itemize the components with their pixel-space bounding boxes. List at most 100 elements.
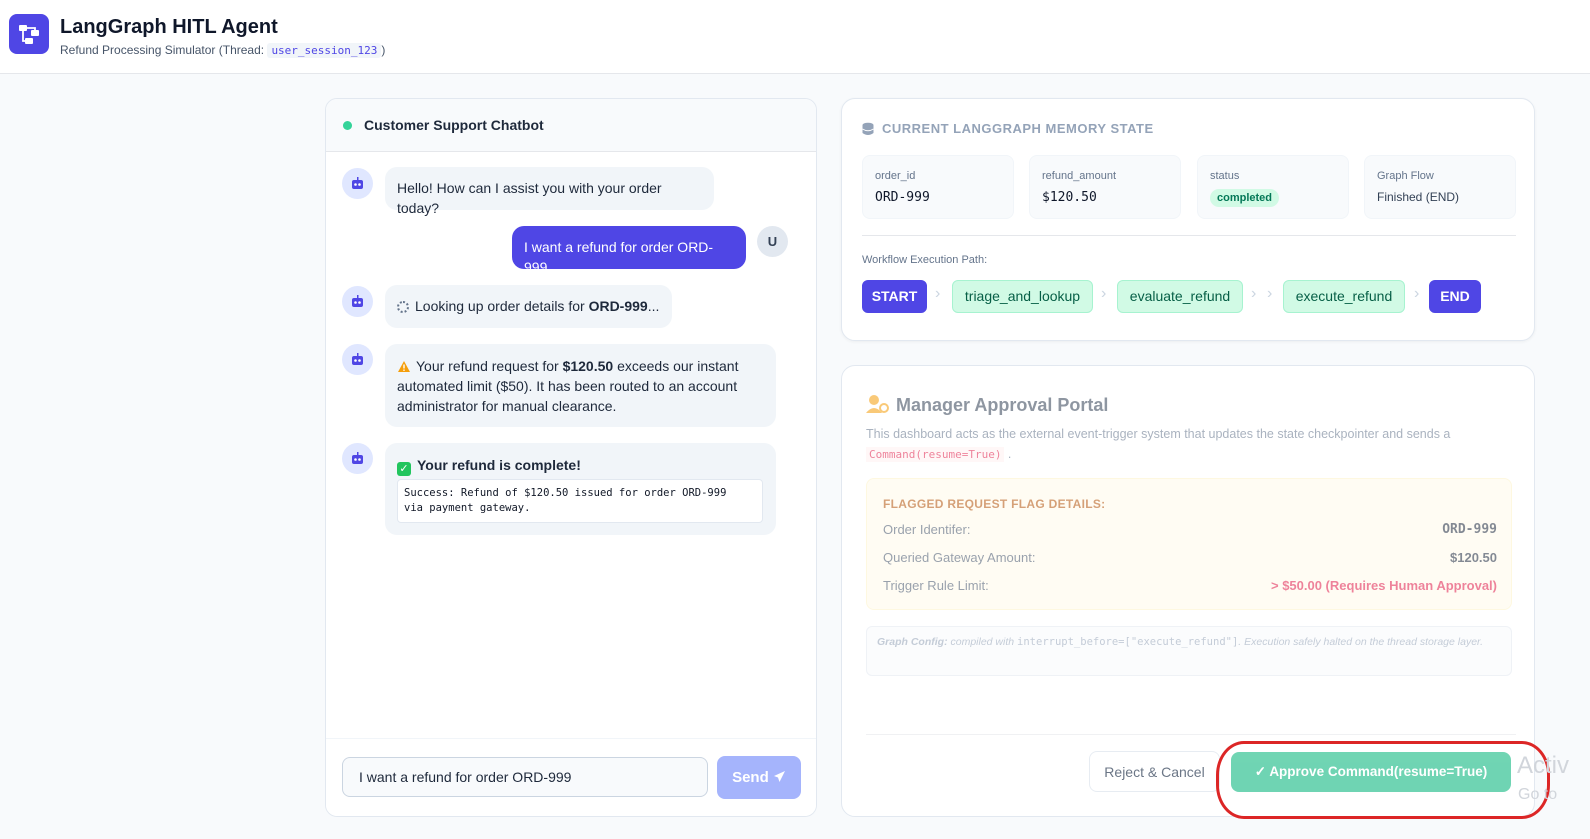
state-card-graph-flow: Graph Flow Finished (END) [1364, 155, 1516, 219]
state-card-order-id: order_id ORD-999 [862, 155, 1014, 219]
workflow-path-label: Workflow Execution Path: [862, 254, 988, 266]
approve-label: Approve Command(resume=True) [1269, 764, 1488, 779]
graph-nodes-icon [19, 25, 39, 44]
portal-content: Manager Approval Portal This dashboard a… [842, 366, 1534, 816]
app-logo [9, 14, 49, 54]
state-value: Finished (END) [1377, 190, 1460, 204]
flag-row-amount: Queried Gateway Amount: $120.50 [883, 550, 1497, 565]
state-card-status: status completed [1197, 155, 1349, 219]
message-text: Your refund request for [416, 358, 563, 374]
chat-header: Customer Support Chatbot [326, 99, 816, 152]
message-bold: ORD-999 [588, 298, 648, 314]
database-icon [862, 122, 874, 135]
result-line: Success: Refund of $120.50 issued for or… [404, 487, 727, 499]
state-label: refund_amount [1042, 170, 1116, 182]
description-text: This dashboard acts as the external even… [866, 427, 1451, 441]
flag-value: > $50.00 (Requires Human Approval) [1270, 578, 1497, 593]
message-text: I want a refund for order ORD-999 [524, 239, 714, 275]
config-code: interrupt_before=["execute_refund"] [1017, 636, 1239, 648]
bot-message: Looking up order details for ORD-999... [385, 285, 672, 328]
paper-plane-icon [773, 771, 785, 782]
state-label: status [1210, 170, 1240, 182]
bot-message: Hello! How can I assist you with your or… [385, 167, 714, 216]
flag-row-order: Order Identifer: ORD-999 [883, 522, 1497, 537]
robot-icon [352, 353, 363, 365]
bot-avatar [342, 443, 373, 474]
flag-label: Queried Gateway Amount: [883, 550, 1036, 565]
chat-message-input[interactable] [342, 757, 708, 797]
bot-avatar [342, 344, 373, 375]
memory-title: CURRENT LANGGRAPH MEMORY STATE [882, 121, 1154, 136]
send-label: Send [732, 769, 769, 786]
result-code-block: Success: Refund of $120.50 issued for or… [397, 479, 763, 523]
chevron-right-icon: › [1251, 285, 1257, 302]
chat-title: Customer Support Chatbot [364, 117, 544, 133]
flag-value: ORD-999 [1442, 522, 1497, 537]
approve-command-button[interactable]: ✓ Approve Command(resume=True) [1231, 752, 1511, 792]
flag-label: Trigger Rule Limit: [883, 578, 989, 593]
chevron-right-icon: › [1414, 285, 1420, 302]
state-label: Graph Flow [1377, 170, 1434, 182]
message-text: Looking up order details for [415, 298, 589, 314]
activation-watermark-sub: Go to [1518, 786, 1558, 803]
user-gear-icon [866, 395, 889, 413]
robot-icon [352, 452, 363, 464]
state-value: ORD-999 [875, 190, 930, 205]
portal-description: This dashboard acts as the external even… [866, 427, 1451, 462]
bot-avatar [342, 168, 373, 199]
divider [866, 734, 1516, 735]
portal-title: Manager Approval Portal [896, 395, 1109, 415]
flow-node-evaluate-refund: evaluate_refund [1117, 280, 1243, 313]
thread-id: user_session_123 [267, 43, 382, 58]
result-line: via payment gateway. [404, 502, 531, 514]
bot-message: ✓ Your refund is complete! Success: Refun… [385, 443, 776, 535]
user-message: I want a refund for order ORD-999 [512, 226, 746, 275]
flag-label: Order Identifer: [883, 522, 971, 537]
check-mark-icon: ✓ [397, 462, 411, 476]
chevron-right-icon: › [935, 285, 941, 302]
check-icon: ✓ [1254, 764, 1270, 779]
chevron-right-icon: › [1267, 285, 1273, 302]
divider [862, 235, 1516, 236]
command-code: Command(resume=True) [866, 447, 1005, 462]
loading-spinner-icon [397, 301, 409, 313]
message-text: Hello! How can I assist you with your or… [397, 180, 662, 216]
state-card-refund-amount: refund_amount $120.50 [1029, 155, 1181, 219]
chat-input-bar: Send [326, 738, 816, 816]
flag-row-limit: Trigger Rule Limit: > $50.00 (Requires H… [883, 578, 1497, 593]
state-label: order_id [875, 170, 916, 182]
flow-node-start: START [862, 280, 927, 313]
app-title: LangGraph HITL Agent [60, 16, 278, 38]
message-bold: $120.50 [562, 358, 614, 374]
flag-title: FLAGGED REQUEST FLAG DETAILS: [883, 497, 1106, 511]
activation-watermark: Activ [1517, 752, 1570, 779]
app-header: LangGraph HITL Agent Refund Processing S… [0, 0, 1590, 74]
config-tail: . Execution safely halted on the thread … [1238, 636, 1484, 648]
graph-config-note: Graph Config: compiled with interrupt_be… [866, 626, 1512, 676]
flow-node-triage-and-lookup: triage_and_lookup [952, 280, 1093, 313]
message-heading: Your refund is complete! [417, 457, 581, 473]
subtitle-prefix: Refund Processing Simulator (Thread: [60, 43, 268, 57]
chat-panel: Customer Support Chatbot Hello! How can … [325, 98, 817, 817]
app-subtitle: Refund Processing Simulator (Thread: use… [60, 43, 386, 58]
chevron-right-icon: › [1101, 285, 1107, 302]
message-suffix: ... [647, 298, 660, 314]
robot-icon [352, 295, 363, 307]
send-button[interactable]: Send [717, 756, 801, 799]
flag-value: $120.50 [1450, 550, 1497, 565]
robot-icon [352, 177, 363, 189]
config-label: Graph Config: [877, 636, 948, 648]
warning-icon [398, 361, 410, 372]
online-status-dot [343, 121, 352, 130]
state-value: $120.50 [1042, 190, 1097, 205]
bot-avatar [342, 286, 373, 317]
flagged-request-box: FLAGGED REQUEST FLAG DETAILS: Order Iden… [866, 478, 1512, 610]
reject-cancel-button[interactable]: Reject & Cancel [1089, 751, 1220, 792]
manager-approval-portal: Manager Approval Portal This dashboard a… [841, 365, 1535, 817]
flow-node-execute-refund: execute_refund [1283, 280, 1405, 313]
subtitle-suffix: ) [381, 43, 386, 57]
status-badge: completed [1210, 189, 1280, 207]
config-text: compiled with [947, 636, 1018, 648]
user-avatar: U [757, 226, 788, 257]
bot-message: Your refund request for $120.50 exceeds … [385, 344, 776, 427]
